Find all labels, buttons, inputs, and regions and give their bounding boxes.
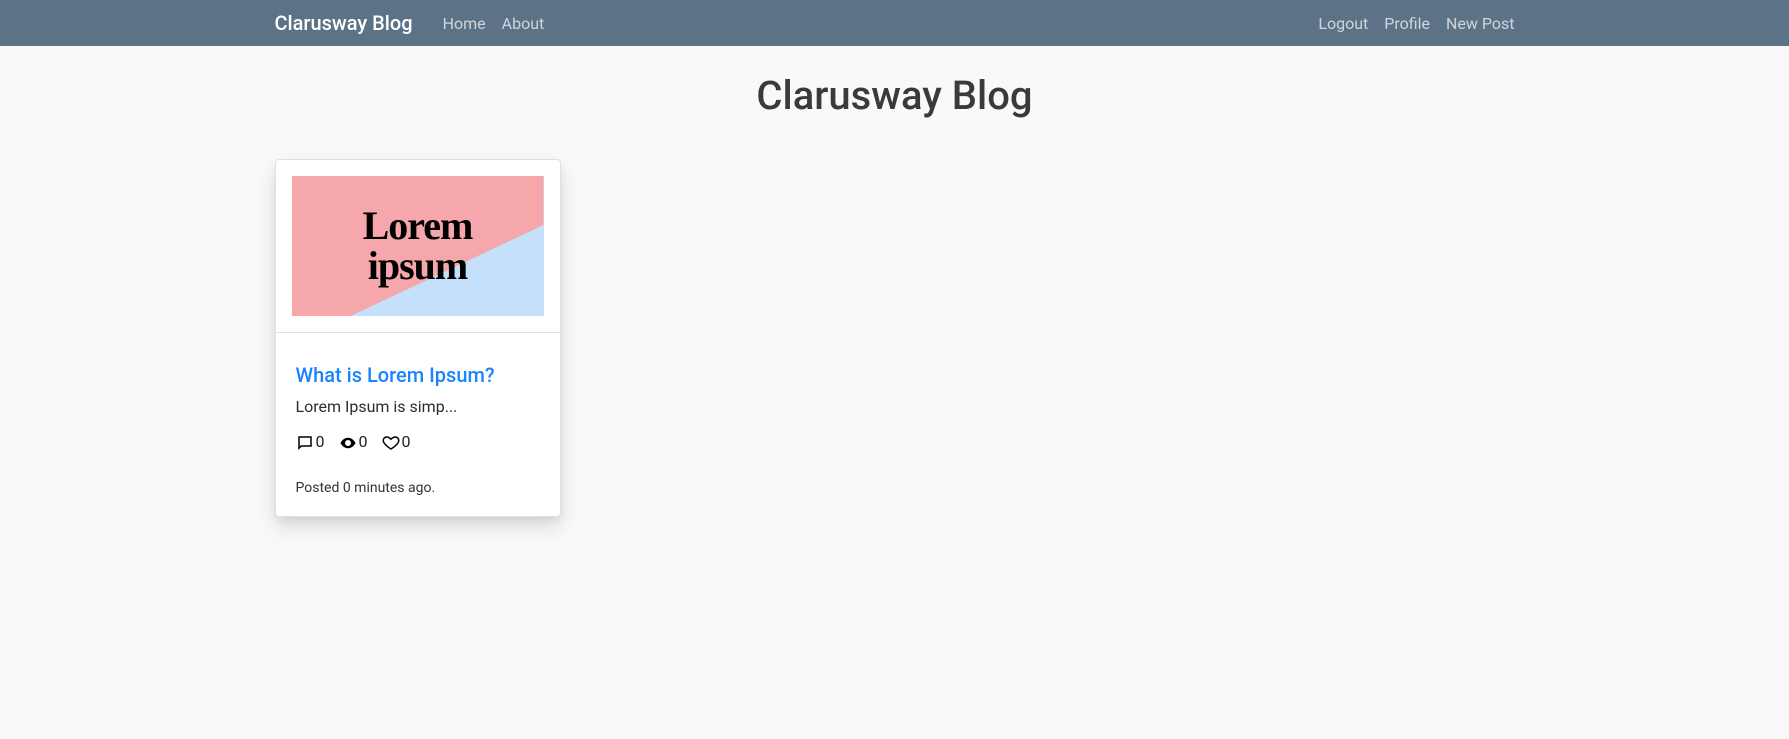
heart-icon (382, 432, 400, 452)
post-stats: 0 0 (296, 432, 540, 452)
brand-link[interactable]: Clarusway Blog (275, 11, 413, 35)
post-excerpt: Lorem Ipsum is simp... (296, 397, 540, 416)
post-title[interactable]: What is Lorem Ipsum? (296, 363, 540, 387)
likes-count: 0 (402, 432, 411, 451)
nav-links-left: Home About (443, 14, 545, 33)
image-text: Lorem ipsum (292, 176, 544, 316)
navbar-left: Clarusway Blog Home About (275, 11, 545, 35)
nav-link-about[interactable]: About (502, 14, 545, 33)
likes-stat: 0 (382, 432, 411, 452)
card-body: What is Lorem Ipsum? Lorem Ipsum is simp… (276, 333, 560, 516)
card-image-wrap: Lorem ipsum (276, 160, 560, 333)
comments-stat: 0 (296, 432, 325, 452)
post-meta: Posted 0 minutes ago. (296, 480, 540, 496)
comments-count: 0 (316, 432, 325, 451)
eye-icon (339, 432, 357, 452)
page-title: Clarusway Blog (0, 72, 1789, 119)
post-card[interactable]: Lorem ipsum What is Lorem Ipsum? Lorem I… (275, 159, 561, 517)
views-count: 0 (359, 432, 368, 451)
nav-link-new-post[interactable]: New Post (1446, 14, 1515, 33)
nav-link-profile[interactable]: Profile (1384, 14, 1430, 33)
navbar: Clarusway Blog Home About Logout Profile… (0, 0, 1789, 46)
nav-link-logout[interactable]: Logout (1318, 14, 1368, 33)
navbar-inner: Clarusway Blog Home About Logout Profile… (235, 11, 1555, 35)
views-stat: 0 (339, 432, 368, 452)
cards-container: Lorem ipsum What is Lorem Ipsum? Lorem I… (235, 159, 1555, 517)
card-image: Lorem ipsum (292, 176, 544, 316)
nav-link-home[interactable]: Home (443, 14, 486, 33)
nav-links-right: Logout Profile New Post (1318, 14, 1514, 33)
image-text-line2: ipsum (368, 246, 468, 286)
image-text-line1: Lorem (363, 206, 473, 246)
comment-icon (296, 432, 314, 452)
